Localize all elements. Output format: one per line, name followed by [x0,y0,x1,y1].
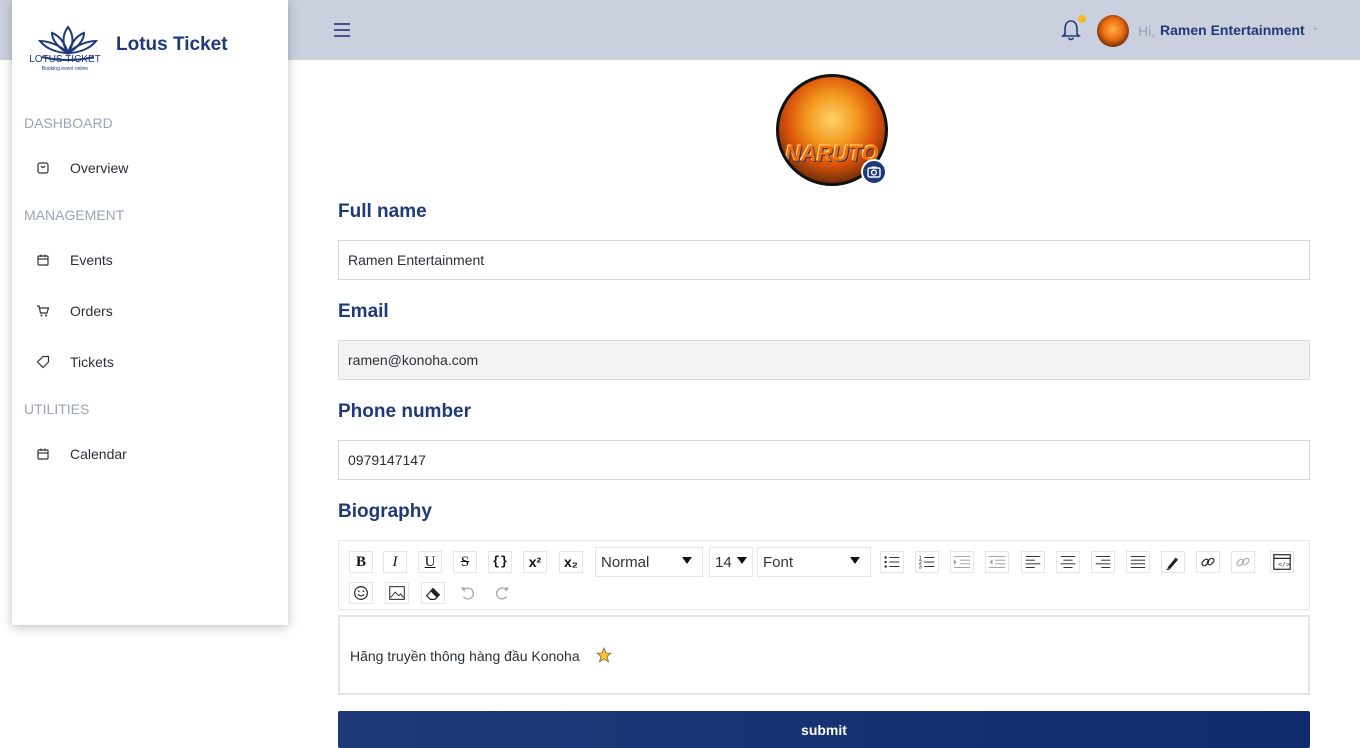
sidebar-item-label: Events [70,252,113,268]
italic-button[interactable]: I [383,551,407,573]
sidebar-item-calendar[interactable]: Calendar [12,434,288,474]
emoji-icon[interactable] [349,582,373,604]
font-size-select-value: 14 [715,554,732,571]
change-avatar-button[interactable] [861,159,887,185]
biography-text: Hãng truyền thông hàng đầu Konoha [350,648,580,664]
cart-icon [37,305,50,317]
font-size-select[interactable]: 14 [709,547,753,577]
code-view-icon[interactable]: </> [1270,551,1294,573]
full-name-field[interactable] [338,240,1310,280]
bag-icon [37,162,49,174]
submit-button[interactable]: submit [338,711,1310,748]
align-justify-icon[interactable] [1126,551,1150,573]
tag-icon [36,355,50,369]
calendar-icon [37,254,49,266]
sidebar-item-events[interactable]: Events [12,240,288,280]
greeting-text: Hi, [1138,23,1156,39]
caret-down-icon [682,557,692,564]
unlink-icon[interactable] [1231,551,1255,573]
code-block-button[interactable]: {} [488,551,512,573]
image-icon[interactable] [385,582,409,604]
superscript-button[interactable]: x² [523,551,547,573]
bullet-list-icon[interactable] [880,551,904,573]
full-name-label: Full name [338,201,427,222]
camera-icon [867,166,881,178]
chevron-down-icon[interactable]: ⌄ [1311,22,1319,33]
caret-down-icon [850,557,860,564]
bold-button[interactable]: B [349,551,373,573]
avatar[interactable] [1097,15,1129,47]
logo-text: LOTUS TICKET [29,54,101,65]
text-color-icon[interactable] [1161,551,1185,573]
align-right-icon[interactable] [1091,551,1115,573]
sidebar-item-label: Tickets [70,354,114,370]
redo-icon[interactable] [490,582,514,604]
menu-icon[interactable] [332,20,352,40]
svg-text:3: 3 [919,564,922,570]
email-field[interactable] [338,340,1310,380]
biography-editor[interactable]: Hãng truyền thông hàng đầu Konoha [338,615,1310,695]
sidebar-item-tickets[interactable]: Tickets [12,342,288,382]
heading-select-value: Normal [601,554,650,571]
sidebar-item-overview[interactable]: Overview [12,148,288,188]
brand-name[interactable]: Lotus Ticket [116,34,228,56]
email-label: Email [338,301,389,322]
font-select[interactable]: Font [757,547,871,577]
align-center-icon[interactable] [1056,551,1080,573]
user-name[interactable]: Ramen Entertainment [1160,22,1305,38]
link-icon[interactable] [1196,551,1220,573]
editor-toolbar: B I U S {} x² x₂ Normal 14 Font 1 2 3 </… [338,540,1310,610]
sidebar-item-orders[interactable]: Orders [12,291,288,331]
eraser-icon[interactable] [421,582,445,604]
caret-down-icon [737,557,747,564]
heading-select[interactable]: Normal [595,547,703,577]
star-emoji-icon [596,647,612,663]
section-utilities: UTILITIES [24,401,90,417]
phone-field[interactable] [338,440,1310,480]
section-management: MANAGEMENT [24,207,125,223]
svg-text:</>: </> [1278,562,1290,569]
underline-button[interactable]: U [418,551,442,573]
biography-label: Biography [338,501,432,522]
calendar-icon [37,448,49,460]
sidebar-item-label: Orders [70,303,113,319]
logo-subtitle: Booking event online [41,66,89,72]
subscript-button[interactable]: x₂ [559,551,583,573]
numbered-list-icon[interactable]: 1 2 3 [915,551,939,573]
sidebar-item-label: Overview [70,160,129,176]
sidebar: LOTUS TICKET Booking event online Lotus … [12,0,288,625]
section-dashboard: DASHBOARD [24,115,113,131]
outdent-icon[interactable] [985,551,1009,573]
indent-icon[interactable] [950,551,974,573]
align-left-icon[interactable] [1021,551,1045,573]
sidebar-item-label: Calendar [70,446,127,462]
notification-badge [1078,15,1086,23]
strikethrough-button[interactable]: S [453,551,477,573]
font-select-value: Font [763,554,794,571]
undo-icon[interactable] [456,582,480,604]
phone-label: Phone number [338,401,472,422]
